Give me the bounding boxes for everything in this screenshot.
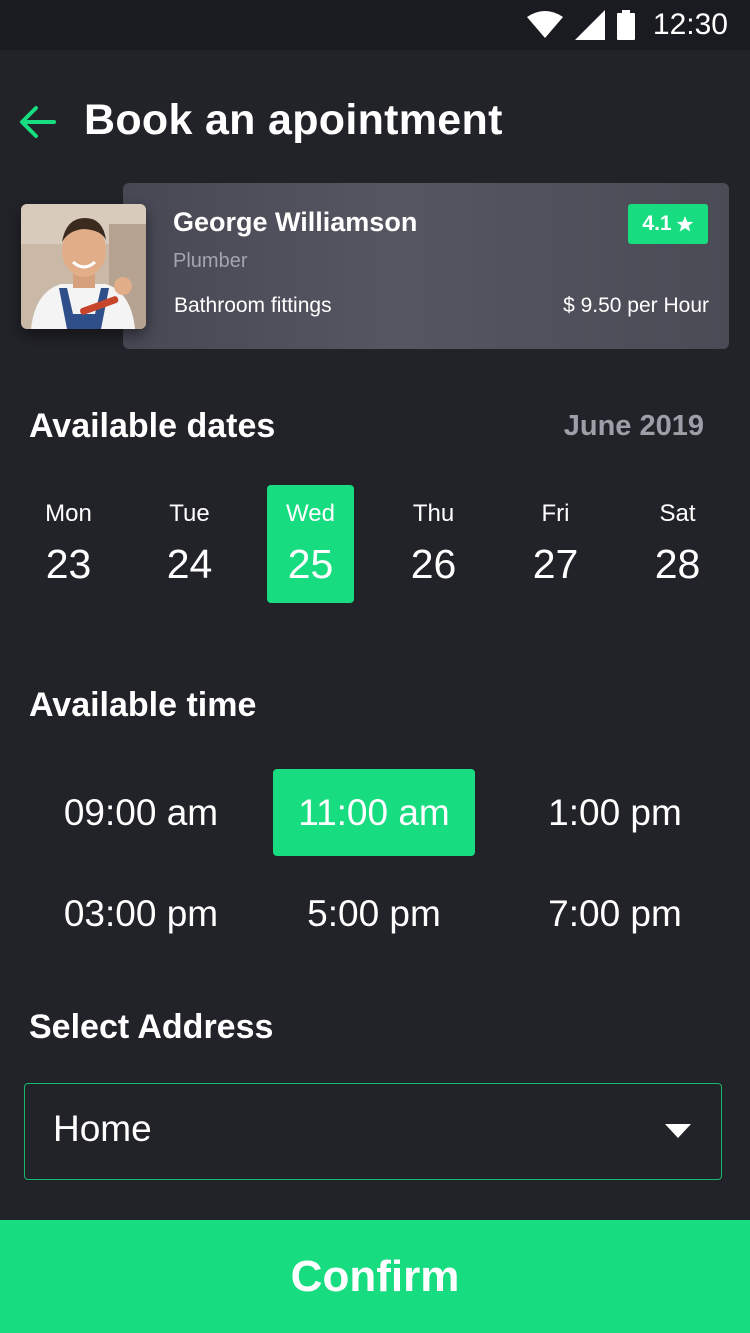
date-number: 23 [45, 541, 92, 587]
time-slot[interactable]: 7:00 pm [514, 870, 716, 957]
address-section-title: Select Address [29, 1008, 274, 1046]
address-select[interactable]: Home [24, 1083, 722, 1180]
star-icon [676, 216, 693, 232]
dates-section-title: Available dates [29, 407, 276, 445]
status-bar: 12:30 [0, 0, 750, 50]
dates-row: Mon 23 Tue 24 Wed 25 Thu 26 Fri 27 Sat 2… [0, 485, 750, 603]
date-item[interactable]: Fri 27 [512, 485, 599, 603]
date-day: Fri [541, 500, 570, 527]
worker-price: $ 9.50 per Hour [563, 294, 709, 317]
worker-card[interactable]: George Williamson Plumber Bathroom fitti… [123, 183, 729, 349]
date-number: 28 [654, 541, 701, 587]
date-item[interactable]: Tue 24 [146, 485, 233, 603]
chevron-down-icon [665, 1124, 691, 1138]
date-number: 27 [532, 541, 579, 587]
date-day: Sat [659, 500, 696, 527]
address-value: Home [53, 1108, 152, 1149]
status-time: 12:30 [652, 8, 728, 41]
rating-badge: 4.1 [628, 204, 708, 244]
time-slot-selected[interactable]: 11:00 am [273, 769, 475, 856]
date-day: Wed [286, 500, 335, 527]
month-label[interactable]: June 2019 [564, 410, 704, 443]
date-day: Mon [45, 500, 92, 527]
time-slot[interactable]: 03:00 pm [40, 870, 242, 957]
rating-value: 4.1 [642, 212, 672, 235]
page-title: Book an apointment [84, 96, 503, 144]
avatar-image [21, 204, 146, 329]
status-icons: 12:30 [526, 8, 728, 42]
date-item[interactable]: Thu 26 [390, 485, 477, 603]
date-item[interactable]: Mon 23 [25, 485, 112, 603]
date-number: 26 [410, 541, 457, 587]
time-slot[interactable]: 1:00 pm [514, 769, 716, 856]
header: Book an apointment [0, 90, 750, 156]
date-day: Thu [412, 500, 455, 527]
date-day: Tue [169, 500, 210, 527]
worker-name: George Williamson [173, 207, 418, 237]
arrow-left-icon[interactable] [18, 102, 58, 142]
avatar [21, 204, 146, 329]
confirm-button[interactable]: Confirm [0, 1220, 750, 1333]
time-slot[interactable]: 5:00 pm [273, 870, 475, 957]
date-number: 24 [166, 541, 213, 587]
worker-role: Plumber [173, 250, 248, 272]
time-section-title: Available time [29, 686, 257, 724]
signal-icon [574, 10, 605, 40]
wifi-icon [526, 11, 563, 38]
time-slot[interactable]: 09:00 am [40, 769, 242, 856]
date-number: 25 [287, 541, 334, 587]
worker-skill: Bathroom fittings [174, 294, 332, 317]
date-item[interactable]: Sat 28 [634, 485, 721, 603]
date-item-selected[interactable]: Wed 25 [267, 485, 354, 603]
battery-icon [616, 10, 635, 40]
